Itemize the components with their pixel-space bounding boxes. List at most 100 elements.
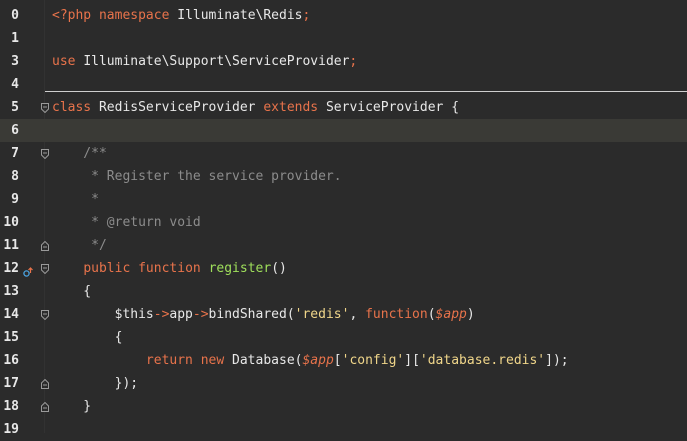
code-token: $this [52,307,154,322]
code-token: ][ [404,353,420,368]
code-token: Database( [232,353,303,368]
code-line[interactable]: 15 { [0,326,687,349]
line-number[interactable]: 14 [0,303,19,326]
code-token: }); [52,376,139,391]
line-number[interactable]: 11 [0,234,19,257]
line-number[interactable]: 18 [0,395,19,418]
fold-open-icon[interactable] [41,149,49,159]
code-line[interactable]: 9 * [0,188,687,211]
code-line[interactable]: 5 class RedisServiceProvider extends Serv… [0,96,687,119]
line-number[interactable]: 17 [0,372,19,395]
line-number[interactable]: 13 [0,280,19,303]
code-text[interactable]: * @return void [52,211,201,234]
code-line[interactable]: 12 public function register() [0,257,687,280]
code-line[interactable]: 10 * @return void [0,211,687,234]
fold-open-icon[interactable] [41,264,49,274]
code-token: -> [192,307,209,322]
line-number[interactable]: 4 [0,73,19,96]
line-number[interactable]: 19 [0,418,19,441]
code-token: { [52,284,92,299]
code-token: /** [52,146,107,161]
code-text[interactable]: return new Database($app['config']['data… [52,349,569,372]
code-line[interactable]: 4 [0,73,687,96]
fold-close-icon[interactable] [41,402,49,412]
line-number[interactable]: 0 [0,4,19,27]
code-token: $app [302,353,334,368]
code-line[interactable]: 3 use Illuminate\Support\ServiceProvider; [0,50,687,73]
code-text[interactable]: * Register the service provider. [52,165,342,188]
code-token: * [52,192,99,207]
code-token: app [169,307,193,322]
code-token: * Register the service provider. [52,169,342,184]
code-text[interactable]: { [52,280,91,303]
line-number[interactable]: 5 [0,96,19,119]
code-line[interactable]: 19 [0,418,687,441]
line-number[interactable]: 8 [0,165,19,188]
code-line[interactable]: 17 }); [0,372,687,395]
method-separator [45,91,687,92]
code-line[interactable]: 0 <?php namespace Illuminate\Redis; [0,4,687,27]
code-token: class [52,100,99,115]
line-number[interactable]: 12 [0,257,19,280]
code-token: */ [52,238,107,253]
line-number[interactable]: 3 [0,50,19,73]
code-text[interactable]: <?php namespace Illuminate\Redis; [52,4,310,27]
code-token: return [145,353,201,368]
code-text[interactable]: class RedisServiceProvider extends Servi… [52,96,459,119]
code-line[interactable]: 16 return new Database($app['config']['d… [0,349,687,372]
code-token: { [52,330,123,345]
code-text[interactable]: public function register() [52,257,287,280]
code-line[interactable]: 11 */ [0,234,687,257]
code-text[interactable]: } [52,395,91,418]
code-line[interactable]: 1 [0,27,687,50]
code-token: $app [435,307,467,322]
code-line[interactable]: 13 { [0,280,687,303]
code-token: 'database.redis' [419,353,546,368]
code-token: ServiceProvider { [325,100,460,115]
code-token: ; [302,8,311,23]
line-number[interactable]: 15 [0,326,19,349]
code-line[interactable]: 14 $this->app->bindShared('redis', funct… [0,303,687,326]
code-text[interactable]: */ [52,234,107,257]
code-token: namespace [98,8,178,23]
fold-close-icon[interactable] [41,241,49,251]
line-number[interactable]: 7 [0,142,19,165]
line-number[interactable]: 10 [0,211,19,234]
code-line[interactable]: 8 * Register the service provider. [0,165,687,188]
code-text[interactable]: use Illuminate\Support\ServiceProvider; [52,50,357,73]
code-text[interactable]: { [52,326,123,349]
code-token: 'redis' [294,307,350,322]
code-token: use [52,54,84,69]
line-number[interactable]: 1 [0,27,19,50]
code-line[interactable]: 7 /** [0,142,687,165]
code-token: <?php [52,8,99,23]
code-token: register [208,261,272,276]
code-token: ; [349,54,358,69]
code-token: [ [333,353,342,368]
overrides-method-icon[interactable] [23,263,33,277]
code-text[interactable]: }); [52,372,138,395]
code-token: extends [263,100,326,115]
line-number[interactable]: 6 [0,119,19,142]
code-token: RedisServiceProvider [98,100,264,115]
line-number[interactable]: 16 [0,349,19,372]
code-line[interactable]: 18 } [0,395,687,418]
fold-open-icon[interactable] [41,103,49,113]
fold-open-icon[interactable] [41,310,49,320]
code-token: ]); [545,353,569,368]
fold-close-icon[interactable] [41,379,49,389]
code-editor[interactable]: 0 <?php namespace Illuminate\Redis; 1 3 use … [0,0,687,437]
code-text[interactable]: /** [52,142,107,165]
code-line[interactable]: 6 [0,119,687,142]
line-number[interactable]: 9 [0,188,19,211]
code-token: } [52,399,92,414]
code-token: new [200,353,233,368]
code-token: public [83,261,139,276]
code-text[interactable]: * [52,188,99,211]
code-token: () [271,261,287,276]
code-token: , [349,307,366,322]
code-text[interactable]: $this->app->bindShared('redis', function… [52,303,475,326]
code-token: bindShared( [208,307,295,322]
